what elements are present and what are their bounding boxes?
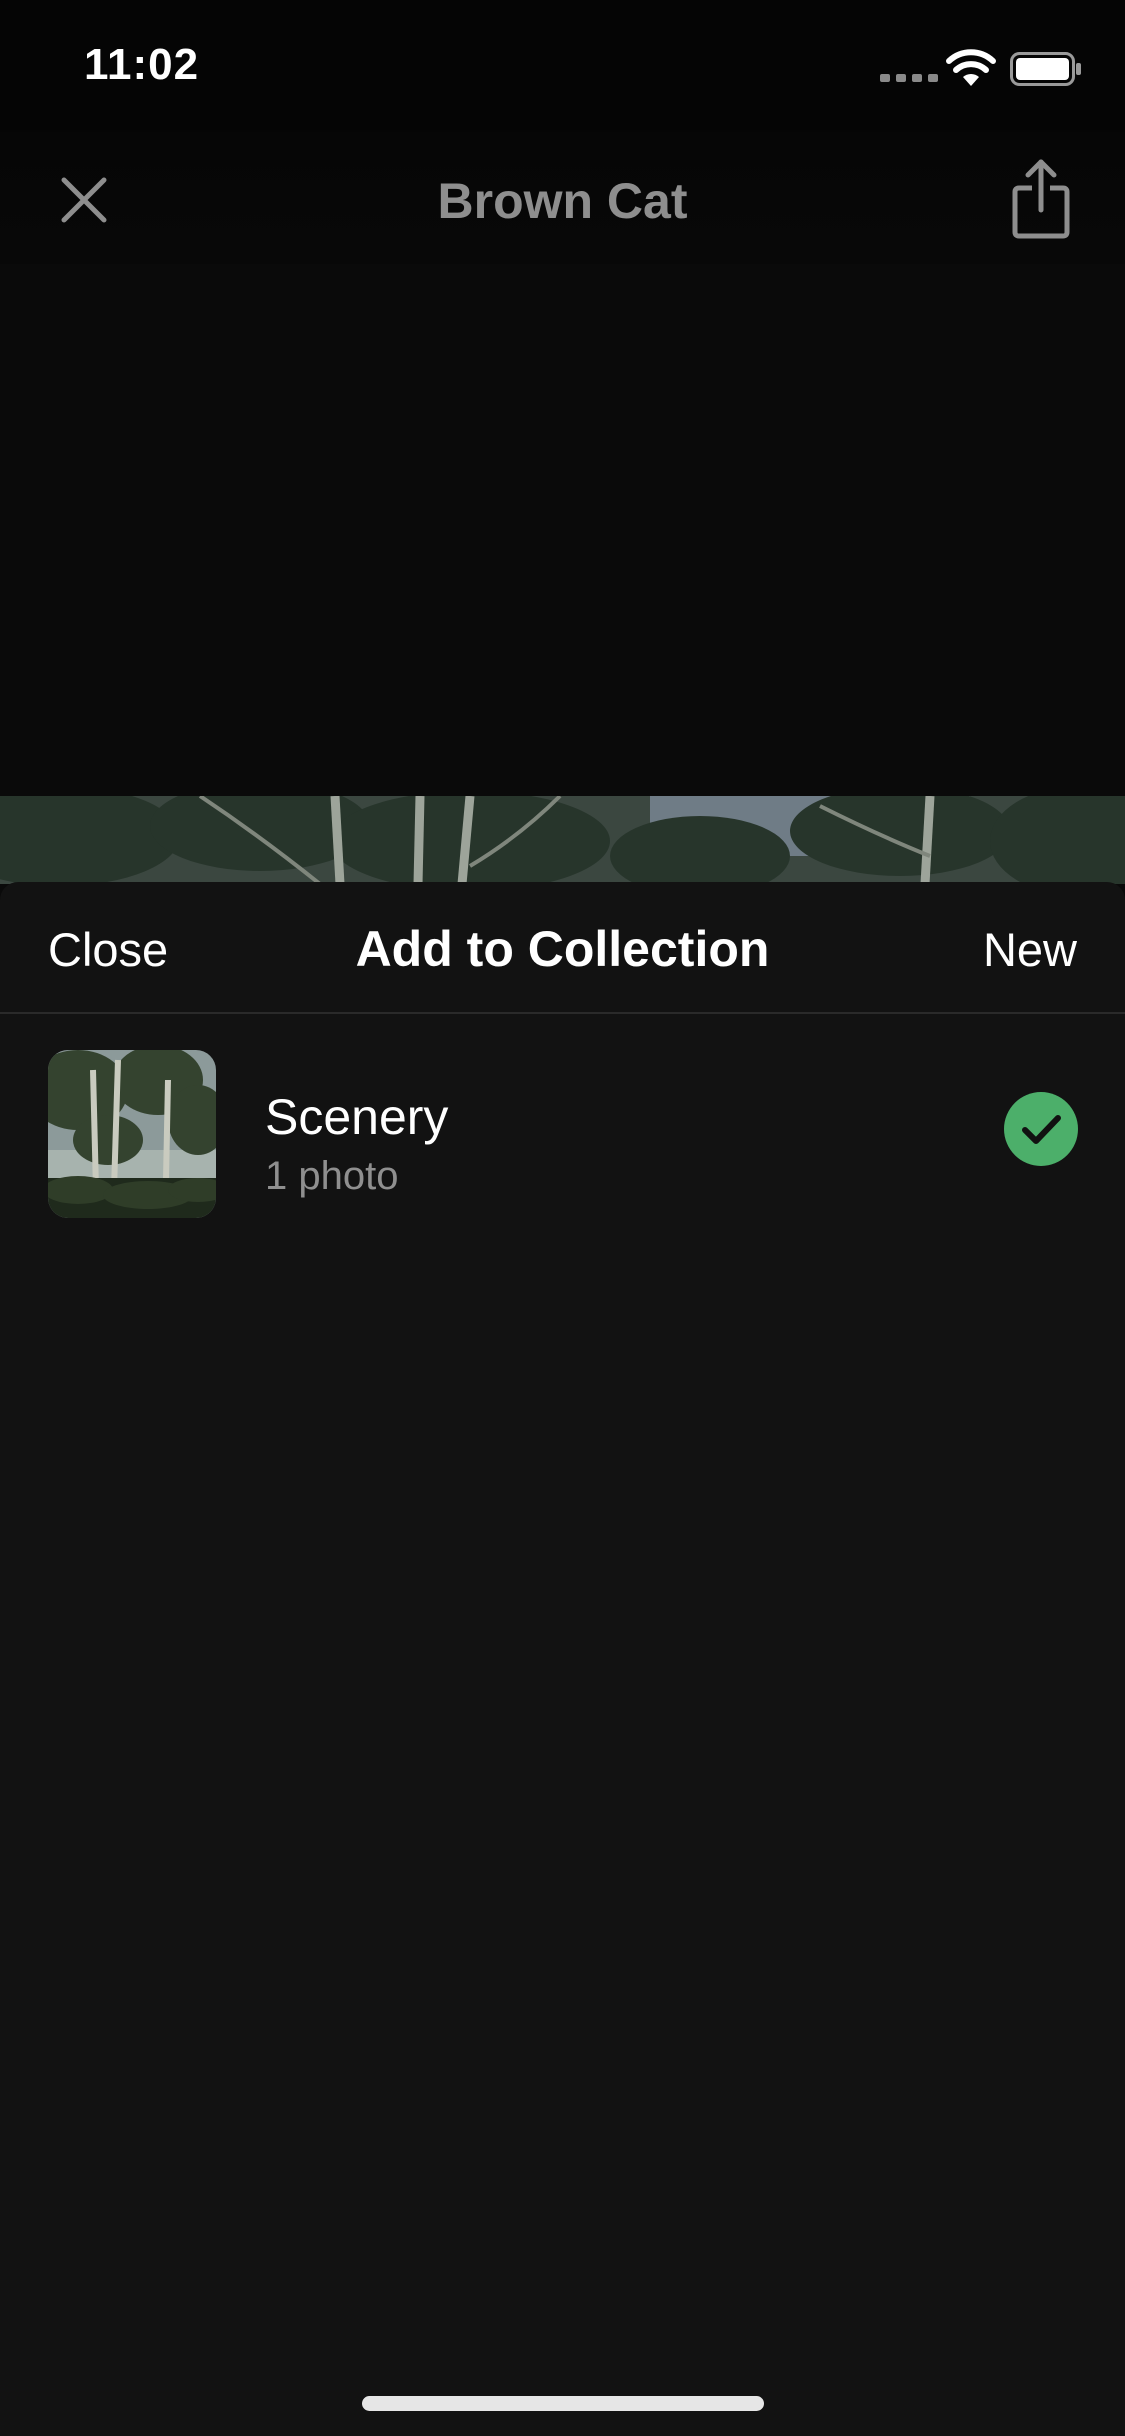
collection-name: Scenery bbox=[265, 1089, 449, 1145]
status-time: 11:02 bbox=[84, 40, 200, 89]
sheet-title: Add to Collection bbox=[355, 921, 770, 977]
close-button[interactable]: Close bbox=[48, 922, 168, 977]
collection-photo-count: 1 photo bbox=[265, 1154, 399, 1198]
collection-row-scenery[interactable]: Scenery 1 photo bbox=[0, 1050, 1125, 1226]
new-collection-button[interactable]: New bbox=[983, 922, 1077, 977]
status-bar: 11:02 bbox=[0, 0, 1125, 132]
photo-navigation-bar: Brown Cat bbox=[0, 132, 1125, 264]
photo-preview bbox=[0, 796, 1125, 884]
home-indicator bbox=[362, 2396, 764, 2411]
photo-viewer-background bbox=[0, 264, 1125, 798]
add-to-collection-sheet: Close Add to Collection New Scenery 1 ph… bbox=[0, 882, 1125, 2436]
collection-thumbnail bbox=[48, 1050, 216, 1218]
photo-title: Brown Cat bbox=[437, 173, 688, 229]
cellular-signal-icon bbox=[880, 74, 938, 82]
wifi-icon bbox=[946, 49, 996, 86]
battery-icon bbox=[1010, 52, 1081, 86]
sheet-header: Close Add to Collection New bbox=[0, 882, 1125, 1014]
share-icon[interactable] bbox=[1010, 158, 1072, 240]
checkmark-circle-icon bbox=[1004, 1092, 1078, 1166]
